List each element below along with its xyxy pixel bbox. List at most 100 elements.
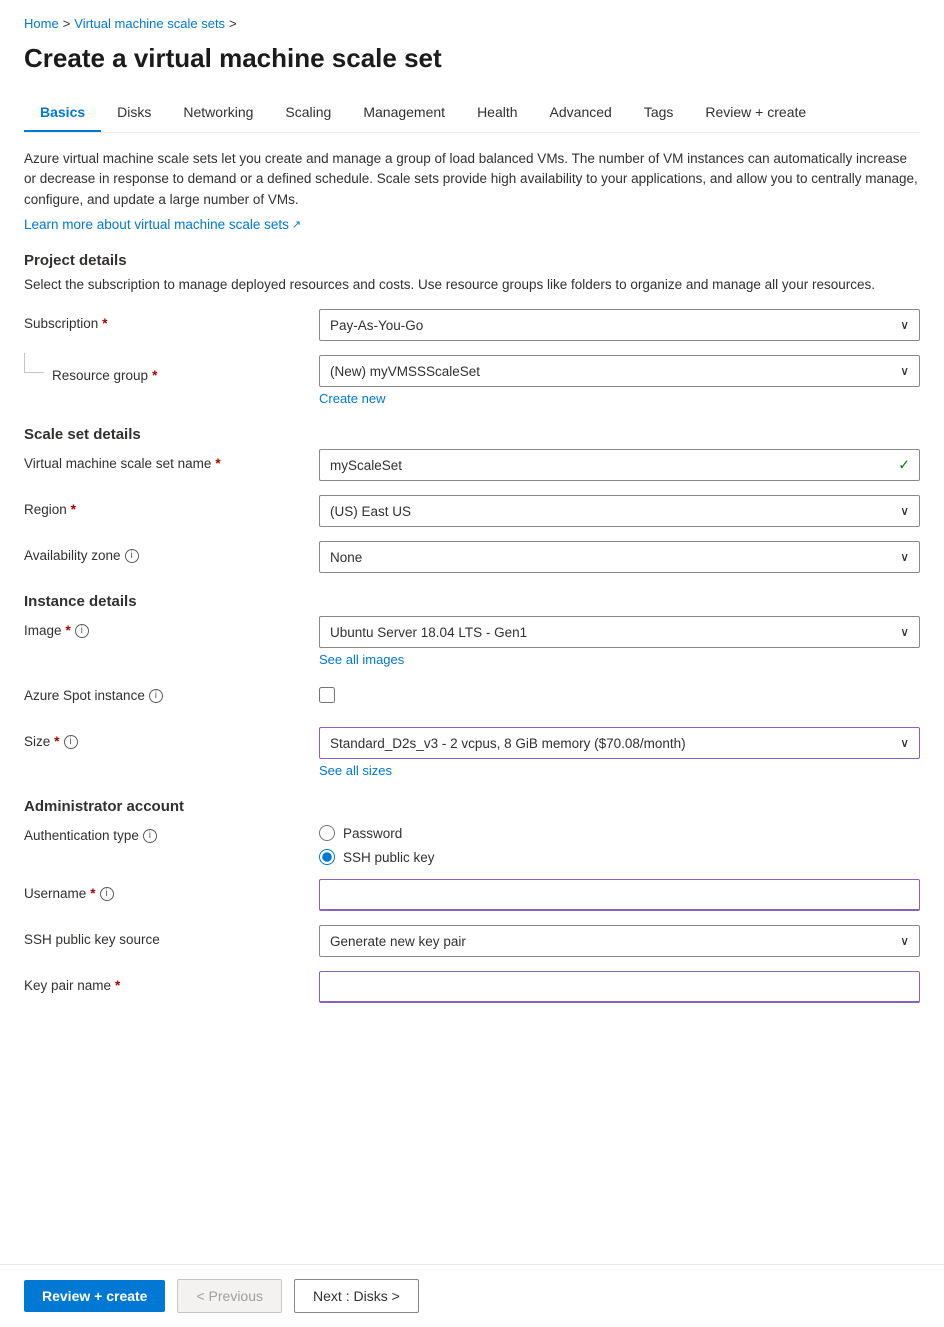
auth-type-radio-group: Password SSH public key — [319, 821, 920, 865]
ssh-key-source-label: SSH public key source — [24, 925, 319, 950]
subscription-row: Subscription * Pay-As-You-Go ∨ — [24, 309, 920, 341]
vm-name-required: * — [215, 455, 220, 474]
ssh-key-source-dropdown[interactable]: Generate new key pair ∨ — [319, 925, 920, 957]
tab-management[interactable]: Management — [347, 94, 461, 132]
subscription-label: Subscription * — [24, 309, 319, 334]
availability-zone-info-icon[interactable]: i — [125, 549, 139, 563]
region-required: * — [71, 501, 76, 520]
subscription-required: * — [102, 315, 107, 334]
tab-networking[interactable]: Networking — [167, 94, 269, 132]
tab-advanced[interactable]: Advanced — [534, 94, 628, 132]
vm-name-row: Virtual machine scale set name * ✓ — [24, 449, 920, 481]
resource-group-required: * — [152, 367, 157, 386]
tab-basics[interactable]: Basics — [24, 94, 101, 132]
ssh-key-source-control: Generate new key pair ∨ — [319, 925, 920, 957]
breadcrumb-sep2: > — [229, 16, 237, 31]
size-dropdown[interactable]: Standard_D2s_v3 - 2 vcpus, 8 GiB memory … — [319, 727, 920, 759]
username-control — [319, 879, 920, 911]
vm-name-input[interactable] — [319, 449, 920, 481]
availability-zone-row: Availability zone i None ∨ — [24, 541, 920, 573]
vm-name-control: ✓ — [319, 449, 920, 481]
image-control: Ubuntu Server 18.04 LTS - Gen1 ∨ See all… — [319, 616, 920, 667]
page-title: Create a virtual machine scale set — [24, 43, 920, 74]
ssh-radio[interactable] — [319, 849, 335, 865]
key-pair-name-input[interactable] — [319, 971, 920, 1003]
image-row: Image * i Ubuntu Server 18.04 LTS - Gen1… — [24, 616, 920, 667]
password-label: Password — [343, 826, 402, 841]
ssh-radio-option: SSH public key — [319, 849, 920, 865]
vm-name-label: Virtual machine scale set name * — [24, 449, 319, 474]
username-info-icon[interactable]: i — [100, 887, 114, 901]
breadcrumb-sep1: > — [63, 16, 71, 31]
next-button[interactable]: Next : Disks > — [294, 1279, 419, 1313]
breadcrumb-home[interactable]: Home — [24, 16, 59, 31]
resource-group-dropdown[interactable]: (New) myVMSSScaleSet ∨ — [319, 355, 920, 387]
username-required: * — [90, 885, 95, 904]
size-info-icon[interactable]: i — [64, 735, 78, 749]
auth-type-label: Authentication type i — [24, 821, 319, 846]
region-label: Region * — [24, 495, 319, 520]
project-details-title: Project details — [24, 252, 920, 269]
create-new-link[interactable]: Create new — [319, 391, 385, 406]
username-label: Username * i — [24, 879, 319, 904]
subscription-dropdown[interactable]: Pay-As-You-Go ∨ — [319, 309, 920, 341]
spot-instance-label: Azure Spot instance i — [24, 681, 319, 706]
spot-checkbox[interactable] — [319, 687, 335, 703]
ssh-label: SSH public key — [343, 850, 435, 865]
tab-health[interactable]: Health — [461, 94, 533, 132]
tab-review-create[interactable]: Review + create — [689, 94, 822, 132]
spot-instance-info-icon[interactable]: i — [149, 689, 163, 703]
ssh-key-source-row: SSH public key source Generate new key p… — [24, 925, 920, 957]
tab-disks[interactable]: Disks — [101, 94, 167, 132]
availability-zone-label: Availability zone i — [24, 541, 319, 566]
auth-type-info-icon[interactable]: i — [143, 829, 157, 843]
resource-group-control: (New) myVMSSScaleSet ∨ Create new — [319, 355, 920, 406]
tab-tags[interactable]: Tags — [628, 94, 690, 132]
availability-zone-control: None ∨ — [319, 541, 920, 573]
size-control: Standard_D2s_v3 - 2 vcpus, 8 GiB memory … — [319, 727, 920, 778]
username-input[interactable] — [319, 879, 920, 911]
see-all-sizes-link[interactable]: See all sizes — [319, 763, 392, 778]
size-required: * — [54, 733, 59, 752]
image-required: * — [66, 622, 71, 641]
project-details-desc: Select the subscription to manage deploy… — [24, 275, 920, 295]
breadcrumb-vmss[interactable]: Virtual machine scale sets — [74, 16, 225, 31]
auth-type-row: Authentication type i Password SSH publi… — [24, 821, 920, 865]
instance-details-title: Instance details — [24, 593, 920, 610]
image-info-icon[interactable]: i — [75, 624, 89, 638]
key-pair-name-row: Key pair name * — [24, 971, 920, 1003]
subscription-control: Pay-As-You-Go ∨ — [319, 309, 920, 341]
auth-type-control: Password SSH public key — [319, 821, 920, 865]
region-row: Region * (US) East US ∨ — [24, 495, 920, 527]
resource-group-label-area: Resource group * — [24, 355, 319, 386]
spot-instance-control — [319, 681, 920, 703]
key-pair-name-label: Key pair name * — [24, 971, 319, 996]
tabs-bar: Basics Disks Networking Scaling Manageme… — [24, 94, 920, 133]
size-label: Size * i — [24, 727, 319, 752]
resource-group-row: Resource group * (New) myVMSSScaleSet ∨ … — [24, 355, 920, 406]
spot-checkbox-wrapper — [319, 681, 920, 703]
image-dropdown[interactable]: Ubuntu Server 18.04 LTS - Gen1 ∨ — [319, 616, 920, 648]
learn-more-link[interactable]: Learn more about virtual machine scale s… — [24, 217, 301, 232]
key-pair-name-required: * — [115, 977, 120, 996]
spot-instance-row: Azure Spot instance i — [24, 681, 920, 713]
region-dropdown[interactable]: (US) East US ∨ — [319, 495, 920, 527]
resource-group-label: Resource group * — [52, 361, 347, 386]
vm-name-input-wrapper: ✓ — [319, 449, 920, 481]
image-label: Image * i — [24, 616, 319, 641]
password-radio-option: Password — [319, 825, 920, 841]
password-radio[interactable] — [319, 825, 335, 841]
description-text: Azure virtual machine scale sets let you… — [24, 149, 920, 210]
see-all-images-link[interactable]: See all images — [319, 652, 404, 667]
region-control: (US) East US ∨ — [319, 495, 920, 527]
tab-scaling[interactable]: Scaling — [269, 94, 347, 132]
admin-account-title: Administrator account — [24, 798, 920, 815]
size-row: Size * i Standard_D2s_v3 - 2 vcpus, 8 Gi… — [24, 727, 920, 778]
breadcrumb: Home > Virtual machine scale sets > — [24, 16, 920, 31]
resource-group-indent — [24, 353, 44, 373]
availability-zone-dropdown[interactable]: None ∨ — [319, 541, 920, 573]
footer-bar: Review + create < Previous Next : Disks … — [0, 1264, 944, 1327]
previous-button[interactable]: < Previous — [177, 1279, 282, 1313]
scale-set-details-title: Scale set details — [24, 426, 920, 443]
review-create-button[interactable]: Review + create — [24, 1280, 165, 1312]
